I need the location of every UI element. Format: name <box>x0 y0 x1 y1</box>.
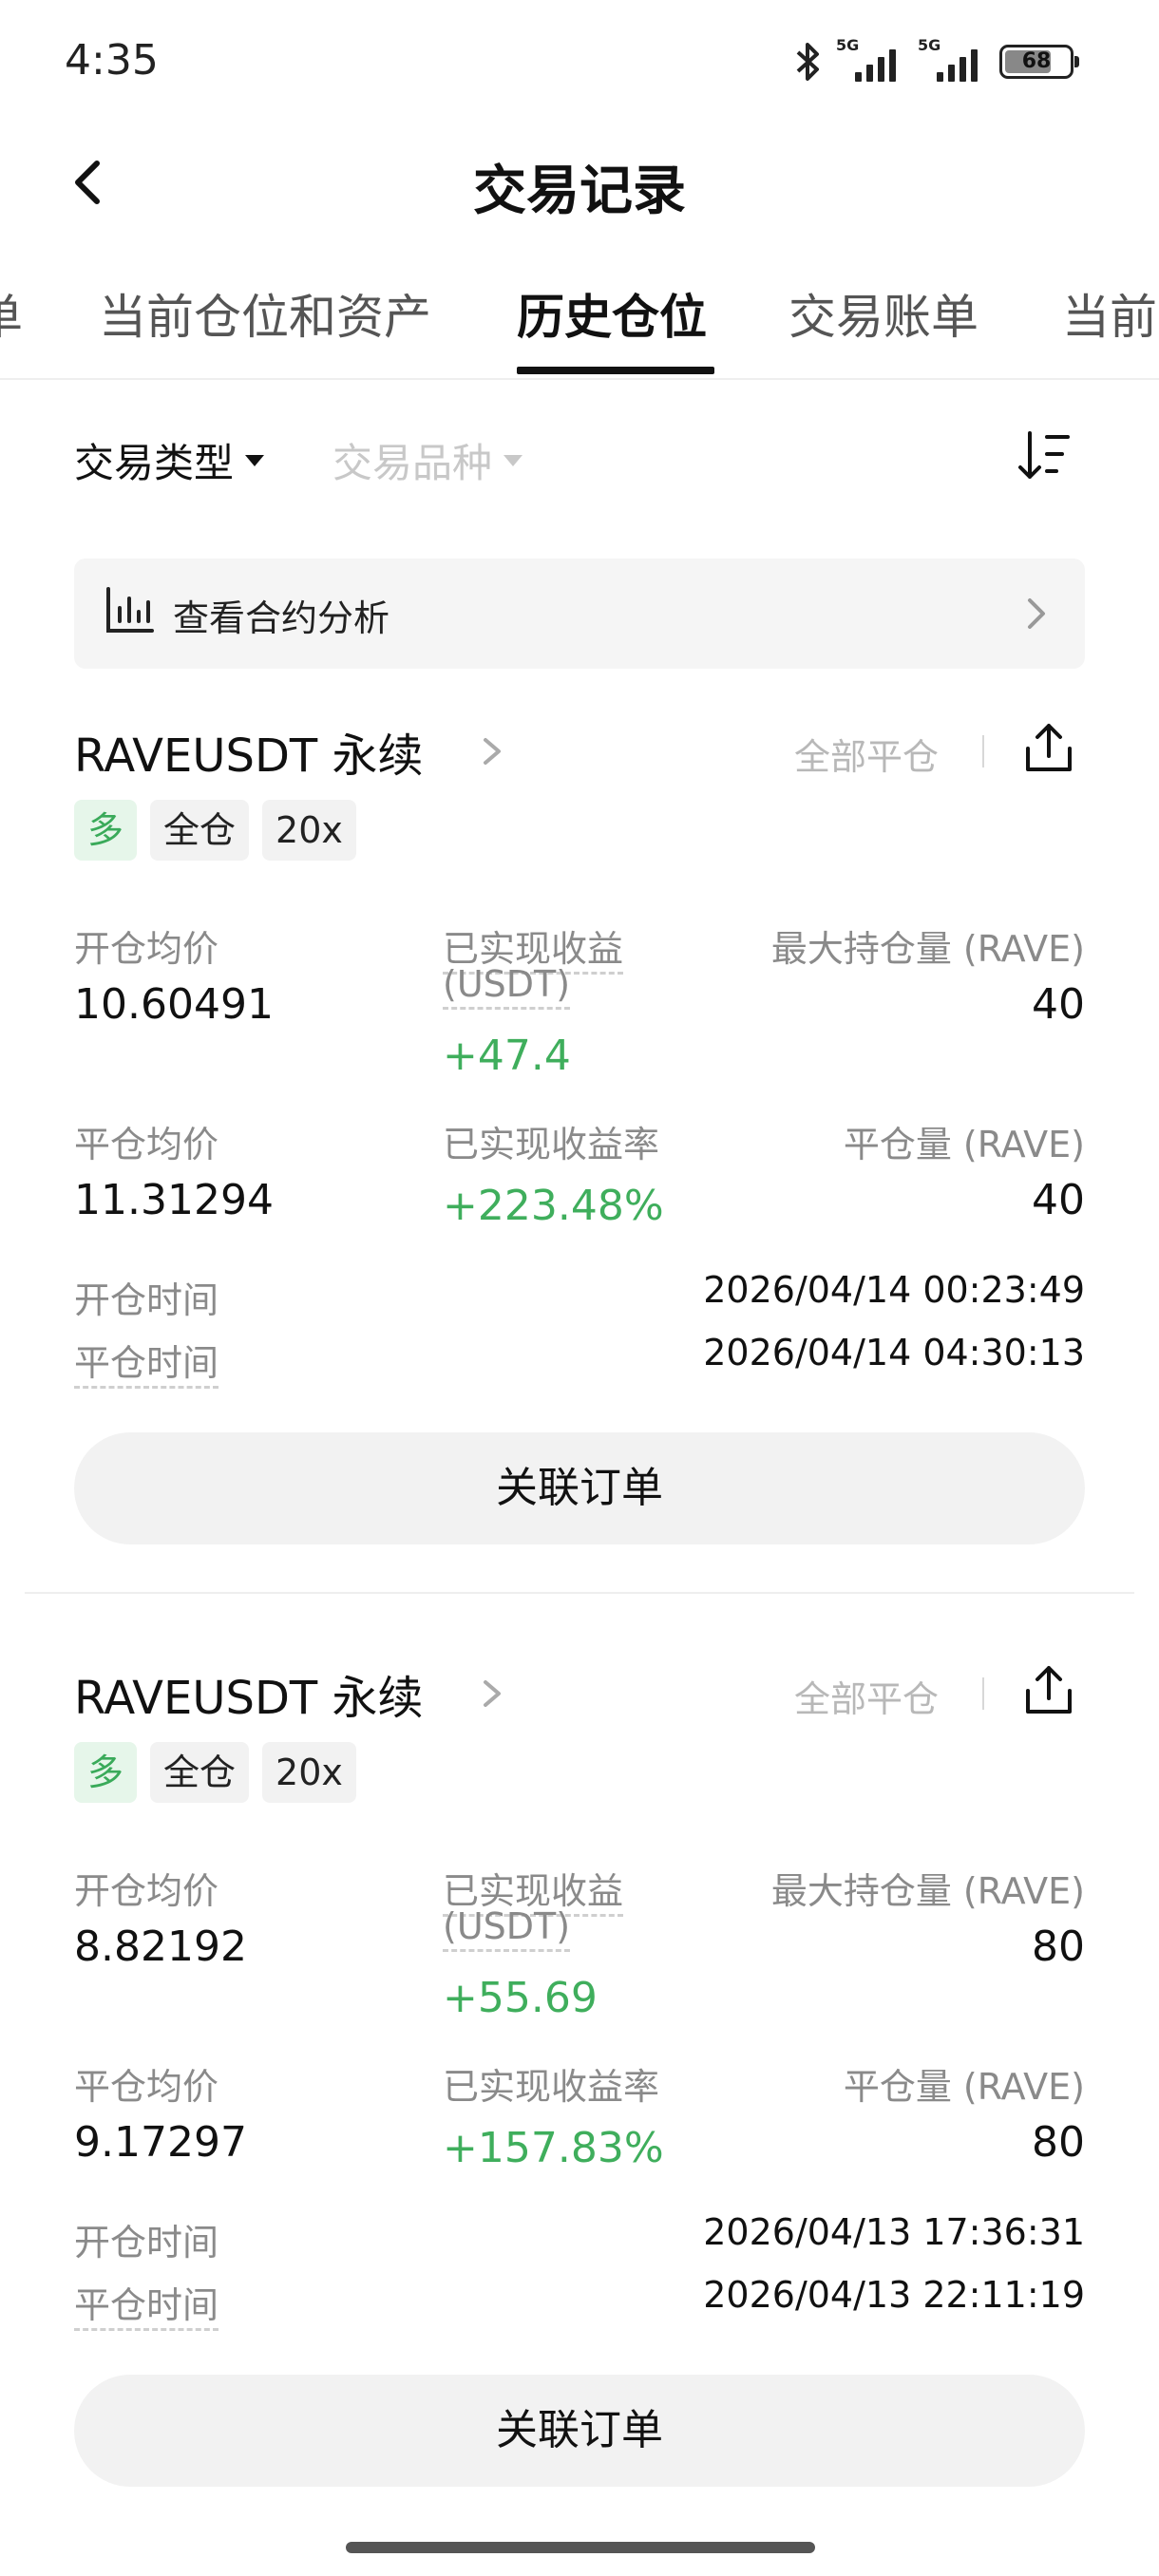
header: 交易记录 <box>0 133 1159 237</box>
max-position-value: 80 <box>1032 1923 1085 1971</box>
close-time-value: 2026/04/14 04:30:13 <box>703 1332 1085 1373</box>
signal-icon-2: 5G <box>918 36 986 84</box>
margin-badge: 全仓 <box>150 800 250 861</box>
signal-icon: 5G <box>836 36 904 84</box>
position-symbol[interactable]: RAVEUSDT 永续 <box>74 1660 504 1727</box>
max-position-label: 最大持仓量 (RAVE) <box>770 928 1085 970</box>
caret-down-icon <box>504 454 523 466</box>
linked-orders-button[interactable]: 关联订单 <box>74 2375 1085 2487</box>
linked-orders-button[interactable]: 关联订单 <box>74 1432 1085 1544</box>
close-qty-label: 平仓量 (RAVE) <box>843 1124 1085 1165</box>
realized-pnl-value: +47.4 <box>443 1032 571 1080</box>
home-indicator[interactable] <box>346 2542 815 2553</box>
trade-symbol-filter[interactable]: 交易品种 <box>332 431 523 489</box>
close-qty-label: 平仓量 (RAVE) <box>843 2066 1085 2108</box>
tab-partial-left[interactable]: 单 <box>0 279 23 348</box>
open-avg-label: 开仓均价 <box>74 928 219 970</box>
open-avg-label: 开仓均价 <box>74 1870 219 1912</box>
caret-down-icon <box>245 454 265 466</box>
position-card: RAVEUSDT 永续 全部平仓 多 全仓 20x 开仓均价 8.82192 已… <box>0 1660 1159 2496</box>
realized-pnl-value: +55.69 <box>443 1974 598 2022</box>
close-avg-value: 9.17297 <box>74 2118 247 2167</box>
share-icon[interactable] <box>1020 1662 1077 1719</box>
trade-type-filter[interactable]: 交易类型 <box>74 431 265 489</box>
open-avg-value: 8.82192 <box>74 1923 247 1971</box>
chevron-right-icon <box>1028 598 1045 629</box>
contract-analysis-label: 查看合约分析 <box>173 597 390 639</box>
contract-analysis-row[interactable]: 查看合约分析 <box>74 559 1085 669</box>
tab-active-indicator <box>517 367 714 374</box>
leverage-badge: 20x <box>262 800 356 861</box>
bluetooth-icon <box>796 43 819 81</box>
open-time-value: 2026/04/13 17:36:31 <box>703 2211 1085 2253</box>
close-avg-label: 平仓均价 <box>74 1124 219 1165</box>
chevron-right-icon <box>484 1680 502 1707</box>
tab-trade-bills[interactable]: 交易账单 <box>788 279 978 348</box>
status-time: 4:35 <box>65 36 159 85</box>
realized-rate-label: 已实现收益率 <box>443 1124 660 1165</box>
position-badges: 多 全仓 20x <box>74 800 356 861</box>
close-time-label: 平仓时间 <box>74 1334 219 1389</box>
page-title: 交易记录 <box>473 161 686 222</box>
realized-rate-value: +157.83% <box>443 2124 664 2172</box>
close-all-button[interactable]: 全部平仓 <box>794 728 939 780</box>
side-badge: 多 <box>74 1742 138 1803</box>
realized-pnl-unit: (USDT) <box>443 1905 571 1952</box>
close-all-button[interactable]: 全部平仓 <box>794 1670 939 1722</box>
tab-bar: 单 当前仓位和资产 历史仓位 交易账单 当前 <box>0 266 1159 380</box>
divider <box>982 1677 984 1710</box>
realized-pnl-unit: (USDT) <box>443 963 571 1010</box>
position-symbol[interactable]: RAVEUSDT 永续 <box>74 718 504 785</box>
share-icon[interactable] <box>1020 720 1077 777</box>
chevron-right-icon <box>484 738 502 765</box>
close-avg-value: 11.31294 <box>74 1176 274 1224</box>
sort-icon[interactable] <box>1016 427 1074 484</box>
open-time-label: 开仓时间 <box>74 2222 219 2263</box>
side-badge: 多 <box>74 800 138 861</box>
position-card: RAVEUSDT 永续 全部平仓 多 全仓 20x 开仓均价 10.60491 … <box>0 718 1159 1554</box>
divider <box>982 735 984 767</box>
filter-bar: 交易类型 交易品种 <box>0 399 1159 513</box>
max-position-value: 40 <box>1032 980 1085 1029</box>
max-position-label: 最大持仓量 (RAVE) <box>770 1870 1085 1912</box>
close-qty-value: 80 <box>1032 2118 1085 2167</box>
tab-history-positions[interactable]: 历史仓位 <box>517 279 707 348</box>
card-divider <box>25 1592 1134 1594</box>
tab-partial-right[interactable]: 当前 <box>1062 279 1157 348</box>
battery-icon: 68 <box>999 45 1079 79</box>
margin-badge: 全仓 <box>150 1742 250 1803</box>
tab-current-positions[interactable]: 当前仓位和资产 <box>99 279 431 348</box>
close-qty-value: 40 <box>1032 1176 1085 1224</box>
leverage-badge: 20x <box>262 1742 356 1803</box>
open-time-value: 2026/04/14 00:23:49 <box>703 1269 1085 1311</box>
open-time-label: 开仓时间 <box>74 1279 219 1321</box>
realized-rate-value: +223.48% <box>443 1182 664 1230</box>
close-avg-label: 平仓均价 <box>74 2066 219 2108</box>
close-time-value: 2026/04/13 22:11:19 <box>703 2274 1085 2316</box>
bar-chart-icon <box>106 587 154 633</box>
status-bar: 4:35 5G 5G 68 <box>0 0 1159 123</box>
position-badges: 多 全仓 20x <box>74 1742 356 1803</box>
status-icons: 5G 5G 68 <box>794 36 1079 85</box>
close-time-label: 平仓时间 <box>74 2276 219 2331</box>
open-avg-value: 10.60491 <box>74 980 274 1029</box>
realized-rate-label: 已实现收益率 <box>443 2066 660 2108</box>
